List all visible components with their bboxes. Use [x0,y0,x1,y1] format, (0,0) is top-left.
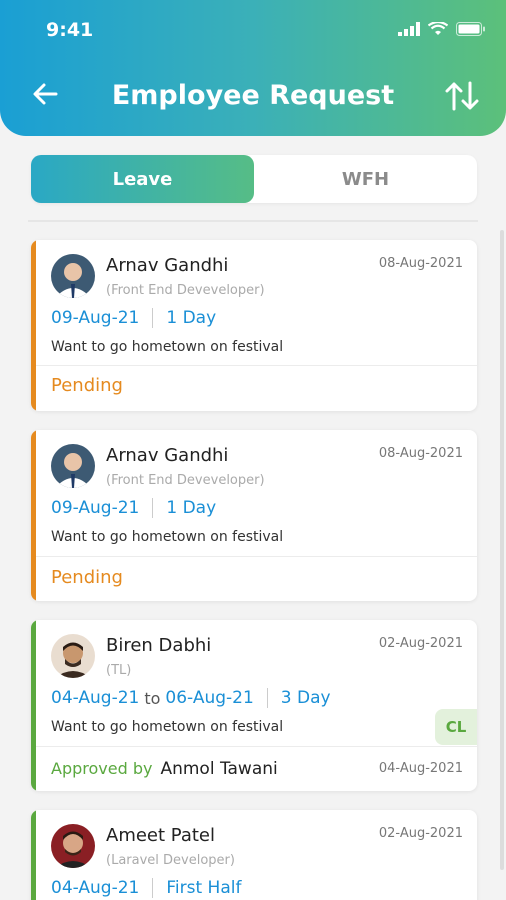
leave-duration: First Half [166,878,242,898]
request-card[interactable]: Arnav Gandhi (Front End Deveveloper) 08-… [31,430,477,601]
leave-dates: 04-Aug-21 to 06-Aug-21 3 Day [51,688,331,708]
leave-start: 04-Aug-21 [51,688,140,708]
sort-icon[interactable] [444,80,480,112]
employee-name: Biren Dabhi [106,635,212,656]
leave-dates: 04-Aug-21 First Half [51,878,241,898]
employee-role: (TL) [106,663,132,678]
employee-role: (Front End Deveveloper) [106,283,265,298]
avatar [51,444,95,488]
approval-status: Approved by Anmol Tawani [51,758,278,779]
employee-name: Arnav Gandhi [106,445,229,466]
divider [28,220,478,222]
avatar [51,254,95,298]
wifi-icon [428,22,448,35]
leave-start: 09-Aug-21 [51,308,140,328]
employee-role: (Front End Deveveloper) [106,473,265,488]
leave-reason: Want to go hometown on festival [51,339,284,355]
leave-end: 06-Aug-21 [165,688,254,708]
scrollbar[interactable] [500,230,504,870]
request-card[interactable]: Ameet Patel (Laravel Developer) 02-Aug-2… [31,810,477,900]
card-divider [36,746,477,747]
separator [152,308,154,328]
leave-dates: 09-Aug-21 1 Day [51,308,216,328]
date-range-to: to [144,688,161,708]
tab-wfh[interactable]: WFH [254,155,477,203]
separator [266,688,268,708]
avatar [51,634,95,678]
leave-duration: 3 Day [280,688,331,708]
leave-start: 09-Aug-21 [51,498,140,518]
leave-reason: Want to go hometown on festival [51,719,284,735]
status-bar [31,240,36,411]
leave-start: 04-Aug-21 [51,878,140,898]
app-header: 9:41 Employee Request [0,0,506,136]
card-divider [36,365,477,366]
status-bar [31,810,36,900]
page-title: Employee Request [111,80,395,111]
employee-role: (Laravel Developer) [106,853,235,868]
status-icons [398,22,486,36]
leave-duration: 1 Day [166,498,217,518]
approver-name: Anmol Tawani [160,759,278,779]
approval-date: 04-Aug-2021 [378,761,463,776]
card-divider [36,556,477,557]
request-date: 08-Aug-2021 [378,256,463,271]
signal-icon [398,22,420,36]
request-card[interactable]: Biren Dabhi (TL) 02-Aug-2021 04-Aug-21 t… [31,620,477,791]
status-label: Pending [51,375,123,396]
request-date: 02-Aug-2021 [378,636,463,651]
leave-type-badge: CL [435,709,477,745]
separator [152,878,154,898]
employee-name: Ameet Patel [106,825,215,846]
leave-duration: 1 Day [166,308,217,328]
status-time: 9:41 [46,19,94,41]
status-bar [31,620,36,791]
separator [152,498,154,518]
leave-dates: 09-Aug-21 1 Day [51,498,216,518]
tab-leave[interactable]: Leave [31,155,254,203]
employee-name: Arnav Gandhi [106,255,229,276]
request-type-tabs: Leave WFH [31,155,477,203]
status-label: Pending [51,567,123,588]
request-date: 08-Aug-2021 [378,446,463,461]
status-bar [31,430,36,601]
request-date: 02-Aug-2021 [378,826,463,841]
leave-reason: Want to go hometown on festival [51,529,284,545]
avatar [51,824,95,868]
request-card[interactable]: Arnav Gandhi (Front End Deveveloper) 08-… [31,240,477,411]
battery-icon [456,22,485,36]
approved-by-label: Approved by [51,759,153,778]
